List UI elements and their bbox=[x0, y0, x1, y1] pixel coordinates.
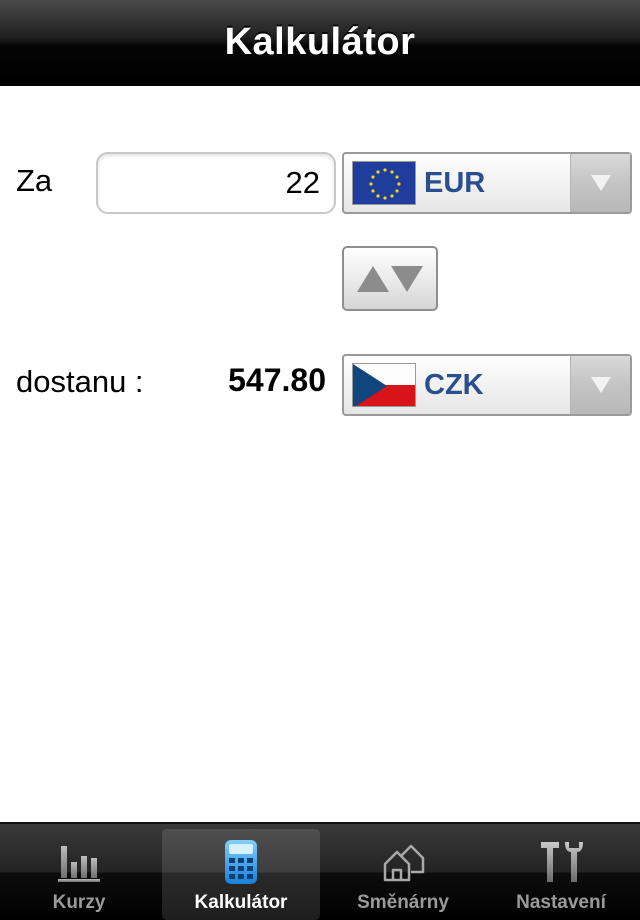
arrow-up-icon bbox=[357, 265, 389, 292]
swap-currencies-button[interactable] bbox=[342, 246, 438, 311]
bar-chart-icon bbox=[58, 846, 100, 882]
chevron-down-icon bbox=[590, 377, 611, 393]
to-dropdown-button[interactable] bbox=[570, 356, 630, 414]
tab-kurzy[interactable]: Kurzy bbox=[0, 824, 158, 920]
houses-icon bbox=[383, 844, 425, 882]
to-label: dostanu : bbox=[16, 364, 144, 399]
tab-label: Směnárny bbox=[357, 892, 449, 913]
tab-kalkulator[interactable]: Kalkulátor bbox=[162, 829, 320, 920]
cz-flag-icon bbox=[352, 363, 416, 407]
from-currency-select[interactable]: EUR bbox=[342, 152, 632, 214]
tools-icon bbox=[541, 842, 583, 882]
from-label: Za bbox=[16, 163, 53, 198]
tab-label: Kalkulátor bbox=[194, 892, 288, 913]
to-currency-select[interactable]: CZK bbox=[342, 354, 632, 416]
eu-flag-icon bbox=[352, 161, 416, 205]
calculator-icon bbox=[225, 840, 257, 884]
tab-label: Kurzy bbox=[52, 892, 106, 913]
to-currency-code: CZK bbox=[424, 368, 484, 401]
tab-nastaveni[interactable]: Nastavení bbox=[482, 824, 640, 920]
amount-input[interactable] bbox=[96, 152, 336, 214]
chevron-down-icon bbox=[590, 175, 611, 191]
from-currency-code: EUR bbox=[424, 166, 486, 199]
arrow-down-icon bbox=[391, 265, 423, 292]
navigation-bar: Kalkulátor bbox=[0, 0, 640, 86]
page-title: Kalkulátor bbox=[224, 20, 416, 63]
result-value: 547.80 bbox=[228, 362, 326, 398]
tab-smenarny[interactable]: Směnárny bbox=[324, 824, 482, 920]
tab-label: Nastavení bbox=[516, 892, 606, 913]
tab-bar: Kurzy Kalkulátor Směnárny Nastavení bbox=[0, 822, 640, 920]
from-dropdown-button[interactable] bbox=[570, 154, 630, 212]
